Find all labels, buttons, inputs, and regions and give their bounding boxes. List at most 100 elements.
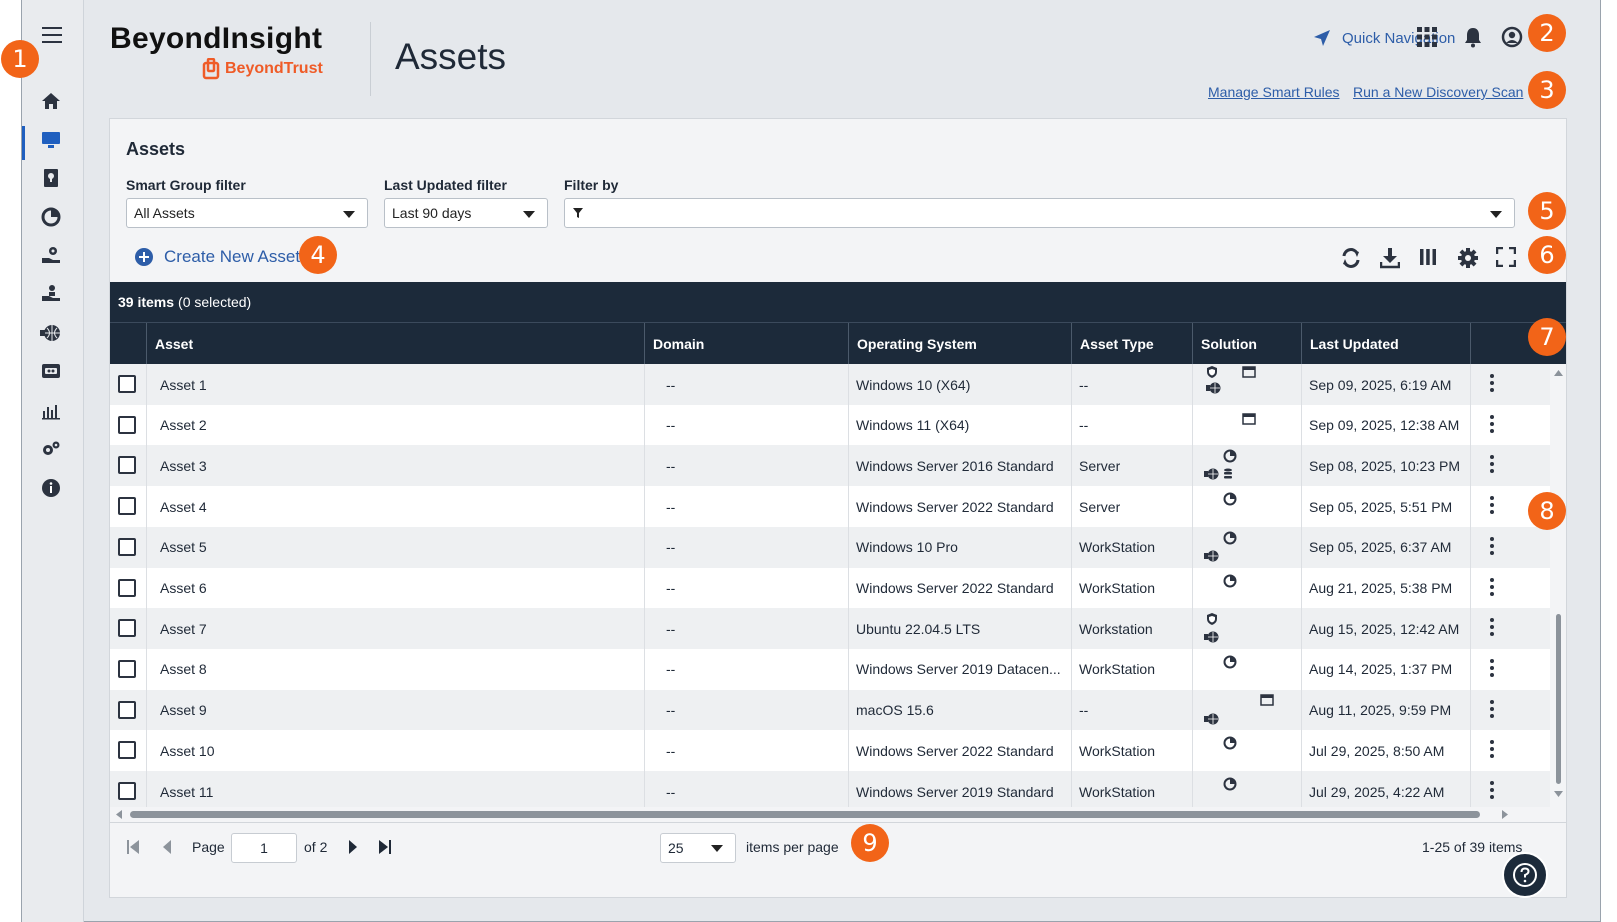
cell-asset[interactable]: Asset 10 — [160, 730, 214, 771]
table-row[interactable]: Asset 4 -- Windows Server 2022 Standard Ser… — [110, 486, 1550, 528]
row-checkbox[interactable] — [118, 415, 136, 434]
apps-grid-icon[interactable] — [1416, 26, 1440, 50]
scroll-right-icon[interactable] — [1502, 810, 1508, 819]
user-account-icon[interactable] — [1501, 26, 1525, 50]
cell-asset[interactable]: Asset 8 — [160, 649, 207, 690]
table-row[interactable]: Asset 7 -- Ubuntu 22.04.5 LTS Workstation Au… — [110, 608, 1550, 650]
row-actions-kebab-icon[interactable] — [1490, 781, 1496, 802]
globe-monitor-icon — [1204, 467, 1219, 481]
help-button[interactable] — [1502, 852, 1548, 898]
row-actions-kebab-icon[interactable] — [1490, 455, 1496, 476]
hamburger-menu-icon[interactable] — [42, 27, 62, 48]
download-icon[interactable] — [1379, 247, 1404, 271]
page-number-input[interactable]: 1 — [231, 833, 297, 863]
row-checkbox[interactable] — [118, 375, 136, 393]
vertical-scrollbar[interactable] — [1551, 364, 1565, 809]
manage-smart-rules-link[interactable]: Manage Smart Rules — [1208, 84, 1340, 100]
row-actions-kebab-icon[interactable] — [1490, 374, 1496, 395]
cell-asset[interactable]: Asset 3 — [160, 445, 207, 486]
column-divider — [1192, 404, 1193, 446]
table-row[interactable]: Asset 5 -- Windows 10 Pro WorkStation Sep 05… — [110, 526, 1550, 568]
horizontal-scroll-thumb[interactable] — [130, 811, 1480, 818]
row-checkbox[interactable] — [118, 537, 136, 556]
column-header-asset-type[interactable]: Asset Type — [1071, 323, 1192, 365]
table-row[interactable]: Asset 10 -- Windows Server 2022 Standard Wo… — [110, 730, 1550, 772]
row-actions-kebab-icon[interactable] — [1490, 414, 1496, 436]
column-header-asset[interactable]: Asset — [146, 323, 644, 365]
info-icon[interactable] — [40, 477, 62, 499]
hand-person-icon[interactable] — [40, 282, 62, 304]
shield-icon — [1206, 365, 1220, 379]
shield-icon — [1206, 612, 1220, 626]
hand-gear-icon[interactable] — [40, 244, 62, 266]
cell-asset[interactable]: Asset 1 — [160, 364, 207, 405]
first-page-icon[interactable] — [126, 823, 140, 871]
last-updated-filter-select[interactable]: Last 90 days — [384, 198, 548, 228]
table-row[interactable]: Asset 1 -- Windows 10 (X64) -- Sep 09, 2025,… — [110, 364, 1550, 405]
table-row[interactable]: Asset 2 -- Windows 11 (X64) -- Sep 09, 2025,… — [110, 404, 1550, 446]
cell-asset[interactable]: Asset 6 — [160, 568, 207, 609]
analytics-icon[interactable] — [40, 400, 62, 422]
row-checkbox[interactable] — [118, 782, 136, 800]
smart-group-filter-select[interactable]: All Assets — [126, 198, 368, 228]
table-row[interactable]: Asset 8 -- Windows Server 2019 Datacen... W… — [110, 648, 1550, 690]
columns-icon[interactable] — [1418, 247, 1442, 271]
run-discovery-scan-link[interactable]: Run a New Discovery Scan — [1353, 84, 1523, 100]
cell-asset[interactable]: Asset 7 — [160, 608, 207, 649]
monitor-icon[interactable] — [40, 129, 62, 151]
table-row[interactable]: Asset 9 -- macOS 15.6 -- Aug 11, 2025, 9:59 … — [110, 689, 1550, 731]
cell-updated: Aug 14, 2025, 1:37 PM — [1309, 661, 1453, 678]
row-checkbox[interactable] — [118, 619, 136, 638]
row-checkbox[interactable] — [118, 497, 136, 516]
cell-asset[interactable]: Asset 2 — [160, 405, 207, 446]
cell-asset[interactable]: Asset 9 — [160, 690, 207, 731]
row-actions-kebab-icon[interactable] — [1490, 536, 1496, 558]
scroll-left-icon[interactable] — [116, 810, 122, 819]
pie-icon[interactable] — [40, 206, 62, 228]
bell-icon[interactable] — [1463, 26, 1487, 50]
globe-icon[interactable] — [40, 322, 62, 344]
refresh-icon[interactable] — [1340, 247, 1364, 271]
table-row[interactable]: Asset 3 -- Windows Server 2016 Standard Ser… — [110, 445, 1550, 487]
row-checkbox[interactable] — [118, 456, 136, 475]
gear-icon[interactable] — [1457, 247, 1481, 271]
book-icon[interactable] — [40, 167, 62, 189]
column-header-os[interactable]: Operating System — [848, 323, 1071, 365]
card-icon[interactable] — [40, 360, 62, 382]
items-per-page-select[interactable]: 25 — [660, 833, 736, 863]
row-actions-kebab-icon[interactable] — [1490, 658, 1496, 680]
horizontal-scrollbar[interactable] — [110, 807, 1566, 821]
column-header-last-updated[interactable]: Last Updated — [1301, 323, 1470, 365]
scroll-down-icon[interactable] — [1554, 791, 1563, 797]
previous-page-icon[interactable] — [162, 823, 172, 871]
row-checkbox[interactable] — [118, 700, 136, 719]
funnel-icon — [573, 208, 583, 218]
column-divider — [1301, 771, 1302, 809]
row-actions-kebab-icon[interactable] — [1490, 740, 1496, 761]
next-page-icon[interactable] — [348, 823, 358, 871]
cell-domain: -- — [666, 620, 676, 637]
row-actions-kebab-icon[interactable] — [1490, 699, 1496, 721]
cell-asset[interactable]: Asset 5 — [160, 527, 207, 568]
row-checkbox[interactable] — [118, 578, 136, 597]
row-actions-kebab-icon[interactable] — [1490, 577, 1496, 599]
row-checkbox[interactable] — [118, 741, 136, 760]
row-checkbox[interactable] — [118, 659, 136, 678]
gears-icon[interactable] — [40, 438, 62, 460]
scroll-up-icon[interactable] — [1554, 370, 1563, 376]
column-divider — [1301, 526, 1302, 568]
row-actions-kebab-icon[interactable] — [1490, 618, 1496, 639]
create-new-asset-button[interactable]: Create New Asset — [134, 247, 300, 267]
table-row[interactable]: Asset 11 -- Windows Server 2019 Standard Wo… — [110, 771, 1550, 809]
filter-by-select[interactable] — [564, 198, 1515, 228]
column-header-domain[interactable]: Domain — [644, 323, 848, 365]
vertical-scroll-thumb[interactable] — [1556, 614, 1561, 784]
table-row[interactable]: Asset 6 -- Windows Server 2022 Standard Wor… — [110, 567, 1550, 609]
fullscreen-icon[interactable] — [1495, 246, 1520, 271]
cell-asset[interactable]: Asset 11 — [160, 771, 213, 809]
cell-asset[interactable]: Asset 4 — [160, 486, 207, 527]
row-actions-kebab-icon[interactable] — [1490, 496, 1496, 517]
column-header-solution[interactable]: Solution — [1192, 323, 1301, 365]
home-icon[interactable] — [40, 90, 62, 112]
last-page-icon[interactable] — [378, 823, 392, 871]
